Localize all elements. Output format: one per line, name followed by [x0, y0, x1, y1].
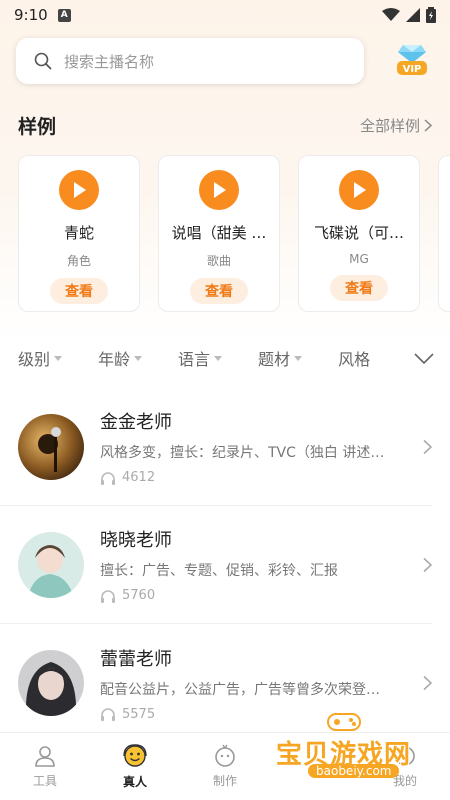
all-samples-label: 全部样例: [359, 117, 420, 135]
dropdown-arrow-icon: [54, 355, 63, 361]
sample-card[interactable]: 飞碟说（可… MG 查看: [298, 155, 420, 312]
teacher-desc: 风格多变，擅长：纪录片、TVC（独白 讲述…: [100, 445, 385, 461]
search-row: 搜索主播名称 VIP: [0, 30, 450, 84]
tab-label: 工具: [32, 774, 57, 788]
chevron-right-icon: [423, 557, 432, 572]
smiley-headset-icon: [123, 744, 147, 767]
chevron-down-icon: [414, 353, 434, 365]
filter-label: 年龄: [98, 350, 131, 369]
status-time: 9:10: [14, 6, 48, 24]
samples-title: 样例: [18, 116, 57, 138]
teacher-name: 金金老师: [100, 412, 172, 433]
vip-button[interactable]: VIP: [392, 41, 432, 81]
dropdown-arrow-icon: [294, 355, 303, 361]
filter-label: 语言: [178, 350, 211, 369]
sample-card[interactable]: 说唱（甜美 … 歌曲 查看: [158, 155, 280, 312]
filter-label: 题材: [258, 350, 291, 369]
teacher-row[interactable]: 晓晓老师 擅长：广告、专题、促销、彩铃、汇报 5760: [0, 506, 432, 624]
tab-produce[interactable]: 制作: [180, 733, 270, 800]
teacher-desc: 擅长：广告、专题、促销、彩铃、汇报: [100, 563, 338, 579]
teacher-plays: 5760: [100, 588, 390, 603]
filter-bar: 级别 年龄 语言 题材 风格: [0, 312, 450, 374]
sample-name: 说唱（甜美 …: [171, 224, 267, 242]
watermark-url: baobeiy.com: [308, 764, 400, 778]
teacher-info: 金金老师 风格多变，擅长：纪录片、TVC（独白 讲述… 4612: [100, 408, 390, 485]
teacher-name: 蕾蕾老师: [100, 648, 172, 670]
filter-label: 风格: [338, 350, 371, 369]
teacher-desc: 配音公益片，公益广告，广告等曾多次荣登…: [100, 681, 380, 698]
sample-tag: 角色: [66, 254, 91, 268]
play-button[interactable]: [59, 170, 99, 210]
tab-tools[interactable]: 工具: [0, 733, 90, 800]
filter-subject[interactable]: 题材: [258, 346, 303, 370]
play-button[interactable]: [199, 170, 239, 210]
sample-card-partial[interactable]: [438, 155, 450, 312]
tab-label: 制作: [212, 774, 237, 788]
person-outline-icon: [35, 746, 55, 767]
teacher-name: 晓晓老师: [100, 530, 172, 551]
watermark: 宝贝游戏网 baobeiy.com: [276, 706, 426, 786]
vip-diamond-icon: VIP: [397, 45, 427, 75]
search-icon: [34, 52, 52, 70]
sample-name: 青蛇: [63, 224, 94, 242]
dropdown-arrow-icon: [214, 355, 223, 361]
play-count: 5575: [122, 706, 156, 722]
play-icon: [74, 182, 86, 198]
sample-card[interactable]: 青蛇 角色 查看: [18, 155, 140, 312]
headphones-icon: [101, 708, 115, 721]
vip-label: VIP: [403, 64, 422, 75]
view-button[interactable]: 查看: [190, 278, 248, 304]
search-placeholder: 搜索主播名称: [64, 52, 155, 71]
status-right: [382, 7, 436, 23]
headphones-icon: [101, 589, 115, 603]
dropdown-arrow-icon: [134, 355, 143, 361]
play-count: 5760: [122, 588, 156, 603]
sample-name: 飞碟说（可…: [313, 224, 404, 242]
avatar: [18, 413, 84, 480]
status-left: 9:10 A: [14, 6, 71, 24]
status-bar: 9:10 A: [0, 0, 450, 30]
filter-style[interactable]: 风格: [338, 346, 370, 370]
samples-header: 样例 全部样例: [0, 84, 450, 139]
play-count: 4612: [122, 470, 156, 485]
filter-age[interactable]: 年龄: [98, 346, 143, 370]
headphones-icon: [101, 471, 115, 485]
view-button[interactable]: 查看: [50, 278, 108, 304]
teacher-row[interactable]: 金金老师 风格多变，擅长：纪录片、TVC（独白 讲述… 4612: [0, 388, 432, 506]
chevron-right-icon: [423, 439, 432, 454]
filter-label: 级别: [18, 350, 51, 369]
sample-tag: 歌曲: [206, 254, 231, 268]
play-button[interactable]: [339, 170, 379, 210]
view-button[interactable]: 查看: [330, 275, 388, 301]
wifi-icon: [382, 8, 400, 21]
teacher-list: 金金老师 风格多变，擅长：纪录片、TVC（独白 讲述… 4612 晓晓老师 擅长…: [0, 388, 450, 742]
filter-level[interactable]: 级别: [18, 346, 63, 370]
teacher-info: 晓晓老师 擅长：广告、专题、促销、彩铃、汇报 5760: [100, 526, 390, 603]
chevron-right-icon: [423, 675, 432, 691]
expand-filters-button[interactable]: [414, 350, 434, 369]
gamepad-icon: [327, 713, 361, 731]
a-icon: A: [57, 8, 71, 22]
teacher-plays: 4612: [100, 470, 390, 485]
samples-carousel[interactable]: 青蛇 角色 查看 说唱（甜美 … 歌曲 查看 飞碟说（可… MG 查看: [0, 139, 450, 312]
avatar: [18, 650, 84, 716]
search-input[interactable]: 搜索主播名称: [16, 38, 364, 84]
tab-label: 真人: [122, 775, 147, 789]
avatar: [18, 531, 84, 598]
battery-icon: [426, 7, 436, 23]
tab-real-person[interactable]: 真人: [90, 733, 180, 800]
signal-icon: [406, 8, 420, 22]
face-outline-icon: [215, 744, 235, 767]
chevron-right-icon: [424, 119, 432, 132]
play-icon: [214, 182, 226, 198]
play-icon: [354, 182, 366, 198]
all-samples-link[interactable]: 全部样例: [360, 115, 432, 136]
sample-tag: MG: [349, 252, 369, 266]
filter-language[interactable]: 语言: [178, 346, 223, 370]
